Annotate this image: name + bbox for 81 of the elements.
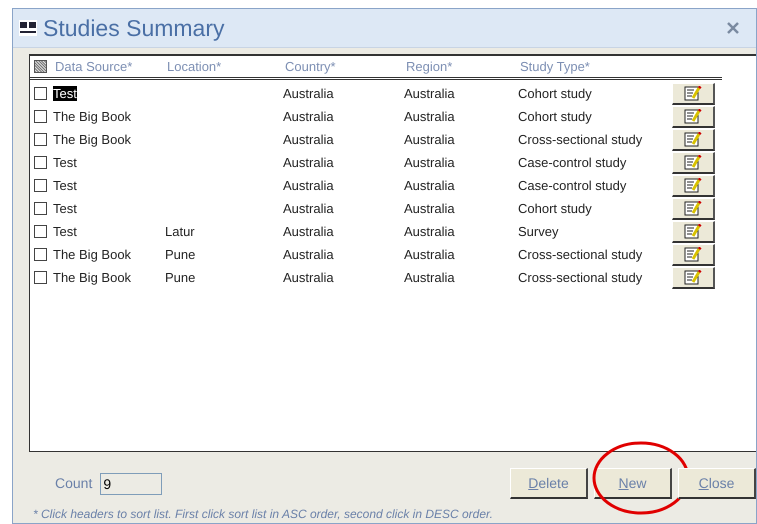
table-cell: Cohort study bbox=[518, 108, 592, 124]
edit-button[interactable] bbox=[672, 220, 715, 242]
dialog-button[interactable]: New bbox=[594, 468, 672, 499]
table-cell: Australia bbox=[283, 200, 334, 216]
table-cell: Australia bbox=[404, 200, 455, 216]
edit-button[interactable] bbox=[672, 106, 715, 128]
notepad-pencil-icon bbox=[684, 154, 702, 170]
row-checkbox[interactable] bbox=[34, 133, 47, 146]
table-cell: Cross-sectional study bbox=[518, 132, 642, 147]
table-cell: Pune bbox=[165, 246, 196, 262]
table-cell: Australia bbox=[404, 178, 455, 193]
table-cell: The Big Book bbox=[53, 246, 132, 262]
table-cell: Australia bbox=[404, 132, 455, 147]
table-cell: Australia bbox=[404, 108, 455, 124]
edit-button[interactable] bbox=[672, 266, 715, 288]
table-cell: Test bbox=[53, 178, 77, 193]
select-all-checkbox[interactable] bbox=[34, 60, 47, 73]
count-field: 9 bbox=[100, 472, 162, 494]
app-logo-icon bbox=[19, 20, 37, 36]
edit-button[interactable] bbox=[672, 174, 715, 196]
table-cell: Test bbox=[53, 224, 77, 239]
table-cell: Australia bbox=[283, 108, 334, 124]
window-title: Studies Summary bbox=[43, 14, 226, 43]
table-cell: Cross-sectional study bbox=[518, 270, 642, 285]
table-cell: Cross-sectional study bbox=[518, 246, 642, 262]
row-checkbox[interactable] bbox=[34, 271, 47, 284]
table-cell: The Big Book bbox=[53, 132, 132, 147]
dialog-button[interactable]: Close bbox=[678, 468, 756, 499]
table-cell: The Big Book bbox=[53, 270, 132, 285]
notepad-pencil-icon bbox=[684, 200, 702, 216]
row-checkbox[interactable] bbox=[34, 202, 47, 215]
table-cell: Australia bbox=[283, 178, 334, 193]
table-cell: Cohort study bbox=[518, 200, 592, 216]
close-icon[interactable] bbox=[726, 21, 740, 35]
table-cell: Survey bbox=[518, 224, 558, 239]
notepad-pencil-icon bbox=[684, 224, 702, 238]
sort-hint: * Click headers to sort list. First click sort list in ASC order, second click in DESC order. bbox=[33, 506, 494, 523]
notepad-pencil-icon bbox=[684, 178, 702, 192]
edit-button[interactable] bbox=[672, 128, 715, 150]
dialog-button[interactable]: Delete bbox=[510, 468, 588, 499]
table-cell: Latur bbox=[165, 224, 195, 239]
row-checkbox[interactable] bbox=[34, 110, 47, 123]
table-cell: Australia bbox=[404, 224, 455, 239]
table-cell: Australia bbox=[283, 270, 334, 285]
table-cell: Australia bbox=[283, 132, 334, 147]
row-checkbox[interactable] bbox=[34, 156, 47, 169]
table-cell: Australia bbox=[404, 246, 455, 262]
row-checkbox[interactable] bbox=[34, 179, 47, 192]
column-header[interactable]: Region* bbox=[406, 58, 452, 74]
table-cell: Australia bbox=[283, 246, 334, 262]
table-cell: Australia bbox=[404, 154, 455, 170]
edit-button[interactable] bbox=[672, 198, 715, 220]
edit-button[interactable] bbox=[672, 152, 715, 174]
table-cell: Australia bbox=[404, 270, 455, 285]
table-cell: Test bbox=[53, 86, 77, 101]
notepad-pencil-icon bbox=[684, 270, 702, 284]
count-label: Count bbox=[55, 474, 92, 493]
notepad-pencil-icon bbox=[684, 86, 702, 100]
row-checkbox[interactable] bbox=[34, 87, 47, 100]
table-cell: Test bbox=[53, 154, 77, 170]
table-cell: Australia bbox=[404, 86, 455, 101]
table-cell: The Big Book bbox=[53, 108, 132, 124]
table-cell: Pune bbox=[165, 270, 196, 285]
table-cell: Case-control study bbox=[518, 178, 626, 193]
column-header[interactable]: Study Type* bbox=[520, 58, 590, 74]
column-header[interactable]: Data Source* bbox=[55, 58, 132, 74]
row-checkbox[interactable] bbox=[34, 225, 47, 238]
table-cell: Australia bbox=[283, 86, 334, 101]
table-cell: Test bbox=[53, 200, 77, 216]
table-cell: Case-control study bbox=[518, 154, 626, 170]
column-header[interactable]: Location* bbox=[167, 58, 222, 74]
edit-button[interactable] bbox=[672, 244, 715, 266]
table-cell: Cohort study bbox=[518, 86, 592, 101]
column-header[interactable]: Country* bbox=[285, 58, 336, 74]
table-cell: Australia bbox=[283, 154, 334, 170]
table-cell: Australia bbox=[283, 224, 334, 239]
notepad-pencil-icon bbox=[684, 108, 702, 124]
edit-button[interactable] bbox=[672, 82, 715, 104]
notepad-pencil-icon bbox=[684, 246, 702, 262]
row-checkbox[interactable] bbox=[34, 248, 47, 261]
notepad-pencil-icon bbox=[684, 132, 702, 146]
